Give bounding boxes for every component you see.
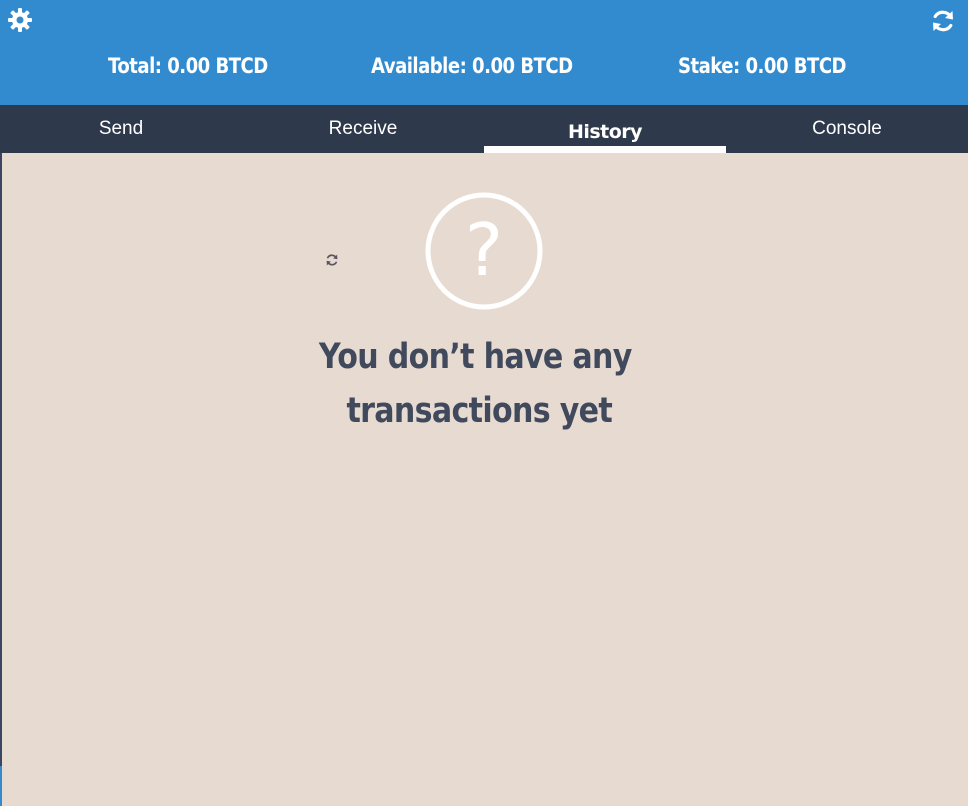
active-tab-indicator: [484, 146, 726, 153]
left-border: [0, 153, 2, 806]
balance-header: Total: 0.00 BTCD Available: 0.00 BTCD St…: [0, 0, 968, 105]
stake-balance: Stake: 0.00 BTCD: [678, 54, 847, 78]
gear-icon: [8, 8, 32, 32]
left-border-accent: [0, 766, 2, 806]
empty-message-line-1: You don’t have any: [318, 337, 632, 377]
available-balance: Available: 0.00 BTCD: [371, 54, 573, 78]
empty-state-icon: ?: [424, 191, 544, 311]
empty-history-message: You don’t have any transactions yet: [300, 330, 670, 438]
history-refresh-spinner[interactable]: [325, 253, 339, 267]
question-circle-icon: ?: [425, 192, 543, 310]
settings-button[interactable]: [6, 6, 34, 34]
refresh-icon: [933, 10, 953, 32]
balances-row: Total: 0.00 BTCD Available: 0.00 BTCD St…: [0, 54, 968, 88]
total-balance: Total: 0.00 BTCD: [108, 54, 268, 78]
tab-console[interactable]: Console: [726, 105, 968, 153]
refresh-icon: [326, 254, 338, 266]
svg-text:?: ?: [465, 208, 503, 292]
tab-receive[interactable]: Receive: [242, 105, 484, 153]
refresh-button[interactable]: [928, 6, 958, 36]
empty-message-line-2: transactions yet: [346, 391, 613, 431]
tab-send[interactable]: Send: [0, 105, 242, 153]
